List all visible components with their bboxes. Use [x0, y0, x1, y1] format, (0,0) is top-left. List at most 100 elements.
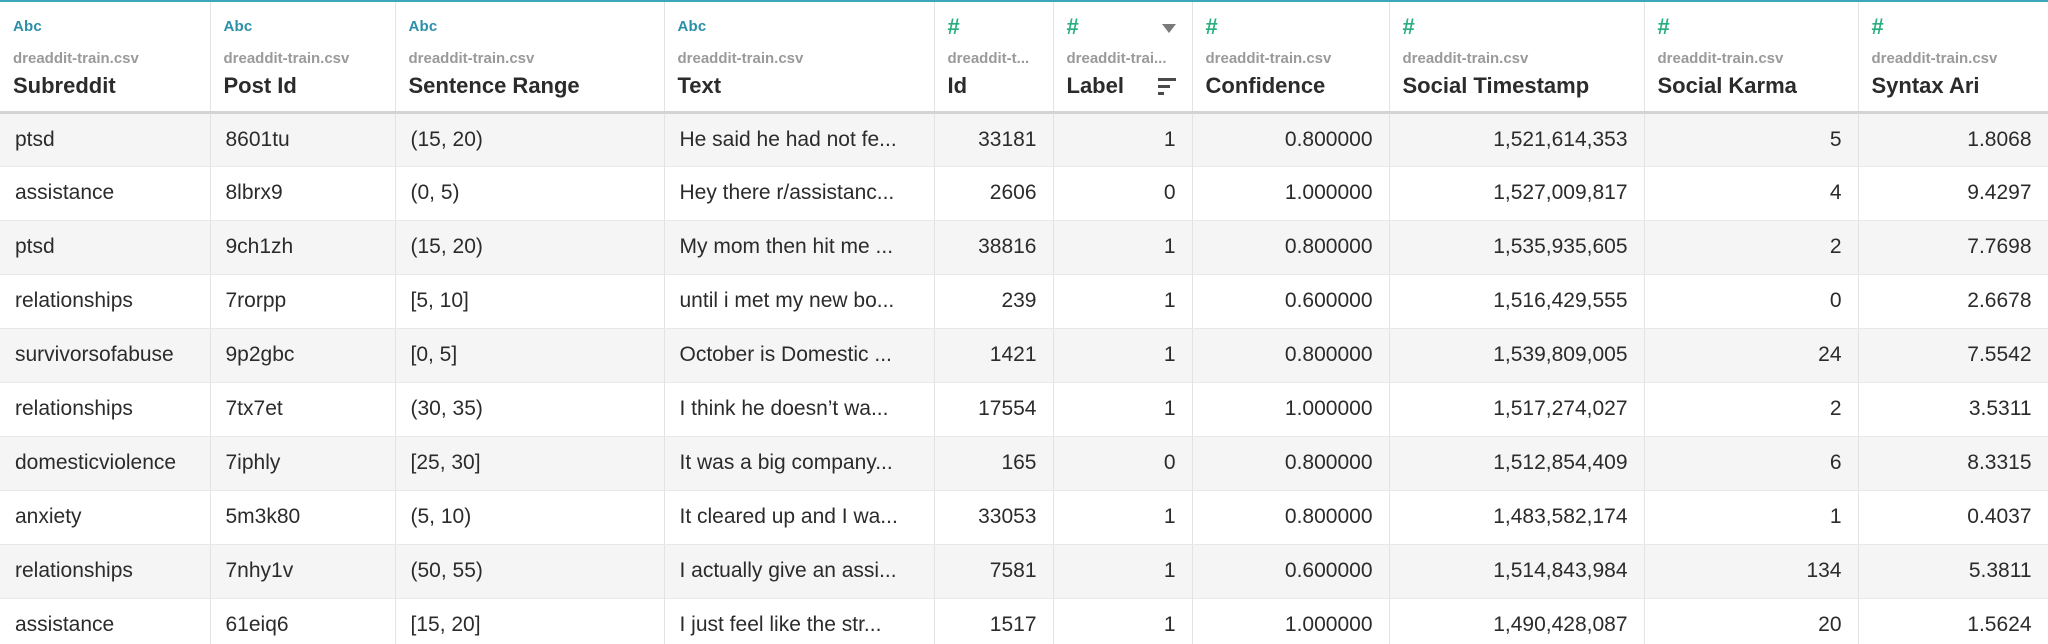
cell-label[interactable]: 0 — [1053, 436, 1193, 491]
column-header-syntax-ari[interactable]: # dreaddit-train.csv Syntax Ari — [1858, 2, 2048, 114]
cell-sentence-range[interactable]: (15, 20) — [395, 220, 665, 275]
cell-confidence[interactable]: 1.000000 — [1192, 382, 1390, 437]
cell-confidence[interactable]: 0.800000 — [1192, 436, 1390, 491]
cell-subreddit[interactable]: ptsd — [0, 220, 211, 275]
cell-sentence-range[interactable]: (15, 20) — [395, 112, 665, 167]
cell-sentence-range[interactable]: (30, 35) — [395, 382, 665, 437]
cell-social-karma[interactable]: 1 — [1644, 490, 1859, 545]
column-name[interactable]: Text — [678, 73, 934, 99]
cell-social-timestamp[interactable]: 1,535,935,605 — [1389, 220, 1645, 275]
cell-id[interactable]: 17554 — [934, 382, 1054, 437]
cell-social-timestamp[interactable]: 1,521,614,353 — [1389, 112, 1645, 167]
cell-social-timestamp[interactable]: 1,512,854,409 — [1389, 436, 1645, 491]
string-type-icon[interactable]: Abc — [678, 18, 934, 38]
column-header-social-karma[interactable]: # dreaddit-train.csv Social Karma — [1644, 2, 1859, 114]
cell-social-timestamp[interactable]: 1,514,843,984 — [1389, 544, 1645, 599]
number-type-icon[interactable]: # — [1658, 16, 1858, 38]
cell-confidence[interactable]: 0.600000 — [1192, 274, 1390, 329]
column-header-social-timestamp[interactable]: # dreaddit-train.csv Social Timestamp — [1389, 2, 1645, 114]
cell-text[interactable]: It was a big company... — [664, 436, 935, 491]
cell-id[interactable]: 33181 — [934, 112, 1054, 167]
table-row[interactable]: ptsd 9ch1zh (15, 20) My mom then hit me ...… — [0, 220, 2048, 275]
cell-subreddit[interactable]: relationships — [0, 274, 211, 329]
cell-text[interactable]: I just feel like the str... — [664, 598, 935, 644]
cell-confidence[interactable]: 1.000000 — [1192, 166, 1390, 221]
cell-syntax-ari[interactable]: 7.7698 — [1858, 220, 2048, 275]
cell-social-karma[interactable]: 20 — [1644, 598, 1859, 644]
number-type-icon[interactable]: # — [948, 16, 1053, 38]
string-type-icon[interactable]: Abc — [409, 18, 664, 38]
cell-social-timestamp[interactable]: 1,483,582,174 — [1389, 490, 1645, 545]
column-name[interactable]: Social Timestamp — [1403, 73, 1644, 99]
cell-confidence[interactable]: 1.000000 — [1192, 598, 1390, 644]
cell-post-id[interactable]: 8601tu — [210, 112, 396, 167]
cell-sentence-range[interactable]: (0, 5) — [395, 166, 665, 221]
table-row[interactable]: relationships 7tx7et (30, 35) I think he do… — [0, 382, 2048, 437]
cell-label[interactable]: 1 — [1053, 220, 1193, 275]
cell-confidence[interactable]: 0.800000 — [1192, 220, 1390, 275]
number-type-icon[interactable]: # — [1403, 16, 1644, 38]
table-row[interactable]: relationships 7nhy1v (50, 55) I actually gi… — [0, 544, 2048, 599]
cell-post-id[interactable]: 7tx7et — [210, 382, 396, 437]
cell-post-id[interactable]: 9p2gbc — [210, 328, 396, 383]
cell-text[interactable]: It cleared up and I wa... — [664, 490, 935, 545]
cell-confidence[interactable]: 0.800000 — [1192, 490, 1390, 545]
cell-syntax-ari[interactable]: 1.8068 — [1858, 112, 2048, 167]
cell-text[interactable]: until i met my new bo... — [664, 274, 935, 329]
cell-id[interactable]: 33053 — [934, 490, 1054, 545]
cell-syntax-ari[interactable]: 9.4297 — [1858, 166, 2048, 221]
cell-social-karma[interactable]: 2 — [1644, 220, 1859, 275]
column-name[interactable]: Subreddit — [13, 73, 209, 99]
cell-label[interactable]: 1 — [1053, 598, 1193, 644]
cell-post-id[interactable]: 7iphly — [210, 436, 396, 491]
cell-label[interactable]: 0 — [1053, 166, 1193, 221]
cell-post-id[interactable]: 5m3k80 — [210, 490, 396, 545]
number-type-icon[interactable]: # — [1872, 16, 2048, 38]
column-header-id[interactable]: # dreaddit-t... Id — [934, 2, 1054, 114]
cell-sentence-range[interactable]: [25, 30] — [395, 436, 665, 491]
cell-label[interactable]: 1 — [1053, 490, 1193, 545]
cell-subreddit[interactable]: anxiety — [0, 490, 211, 545]
table-row[interactable]: anxiety 5m3k80 (5, 10) It cleared up and I … — [0, 490, 2048, 545]
sort-descending-icon[interactable] — [1157, 78, 1176, 96]
cell-syntax-ari[interactable]: 8.3315 — [1858, 436, 2048, 491]
column-name[interactable]: Social Karma — [1658, 73, 1858, 99]
cell-label[interactable]: 1 — [1053, 274, 1193, 329]
cell-text[interactable]: Hey there r/assistanc... — [664, 166, 935, 221]
cell-sentence-range[interactable]: (5, 10) — [395, 490, 665, 545]
cell-syntax-ari[interactable]: 0.4037 — [1858, 490, 2048, 545]
cell-subreddit[interactable]: assistance — [0, 166, 211, 221]
column-header-confidence[interactable]: # dreaddit-train.csv Confidence — [1192, 2, 1390, 114]
cell-post-id[interactable]: 7nhy1v — [210, 544, 396, 599]
cell-text[interactable]: My mom then hit me ... — [664, 220, 935, 275]
cell-subreddit[interactable]: survivorsofabuse — [0, 328, 211, 383]
cell-confidence[interactable]: 0.600000 — [1192, 544, 1390, 599]
table-row[interactable]: assistance 61eiq6 [15, 20] I just feel like… — [0, 598, 2048, 644]
cell-social-timestamp[interactable]: 1,490,428,087 — [1389, 598, 1645, 644]
string-type-icon[interactable]: Abc — [224, 18, 395, 38]
cell-id[interactable]: 2606 — [934, 166, 1054, 221]
cell-subreddit[interactable]: relationships — [0, 382, 211, 437]
column-name[interactable]: Id — [948, 73, 1053, 99]
cell-confidence[interactable]: 0.800000 — [1192, 328, 1390, 383]
cell-social-karma[interactable]: 4 — [1644, 166, 1859, 221]
column-header-text[interactable]: Abc dreaddit-train.csv Text — [664, 2, 935, 114]
cell-text[interactable]: I think he doesn’t wa... — [664, 382, 935, 437]
cell-text[interactable]: October is Domestic ... — [664, 328, 935, 383]
column-header-sentence-range[interactable]: Abc dreaddit-train.csv Sentence Range — [395, 2, 665, 114]
cell-id[interactable]: 38816 — [934, 220, 1054, 275]
column-name[interactable]: Confidence — [1206, 73, 1389, 99]
cell-syntax-ari[interactable]: 1.5624 — [1858, 598, 2048, 644]
column-header-label[interactable]: # dreaddit-trai... Label — [1053, 2, 1193, 114]
cell-post-id[interactable]: 8lbrx9 — [210, 166, 396, 221]
cell-post-id[interactable]: 7rorpp — [210, 274, 396, 329]
cell-id[interactable]: 165 — [934, 436, 1054, 491]
table-row[interactable]: ptsd 8601tu (15, 20) He said he had not fe.… — [0, 112, 2048, 167]
cell-social-karma[interactable]: 0 — [1644, 274, 1859, 329]
cell-social-karma[interactable]: 5 — [1644, 112, 1859, 167]
cell-social-karma[interactable]: 134 — [1644, 544, 1859, 599]
cell-syntax-ari[interactable]: 3.5311 — [1858, 382, 2048, 437]
cell-id[interactable]: 1421 — [934, 328, 1054, 383]
string-type-icon[interactable]: Abc — [13, 18, 209, 38]
cell-label[interactable]: 1 — [1053, 328, 1193, 383]
